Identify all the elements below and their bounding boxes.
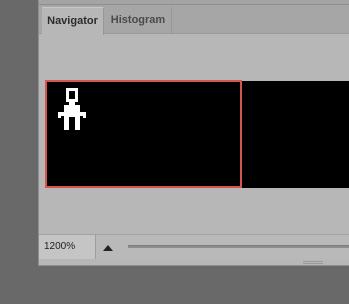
zoom-slider[interactable] — [128, 245, 349, 248]
tab-navigator[interactable]: Navigator — [42, 7, 104, 35]
resize-grip-icon[interactable] — [303, 261, 323, 265]
panel-tab-bar: Navigator Histogram — [39, 5, 349, 35]
zoom-percentage-field[interactable]: 1200% — [39, 235, 96, 259]
zoom-controls-bar: 1200% — [39, 234, 349, 259]
navigator-panel: Navigator Histogram 1200% — [38, 0, 349, 266]
zoom-out-button[interactable] — [97, 235, 119, 259]
tab-histogram[interactable]: Histogram — [105, 7, 172, 34]
small-mountain-icon — [103, 245, 113, 251]
view-area-rectangle[interactable] — [45, 80, 242, 188]
